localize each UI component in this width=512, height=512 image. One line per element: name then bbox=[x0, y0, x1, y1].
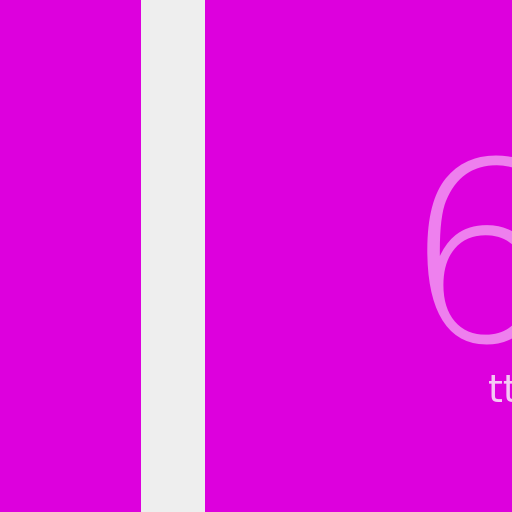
left-panel bbox=[0, 0, 141, 512]
right-panel: 6 tt bbox=[205, 0, 512, 512]
screen: 6 tt bbox=[0, 0, 512, 512]
big-number-display: 6 bbox=[403, 109, 512, 400]
small-label: tt bbox=[488, 367, 512, 411]
vertical-divider-bar bbox=[141, 0, 205, 512]
